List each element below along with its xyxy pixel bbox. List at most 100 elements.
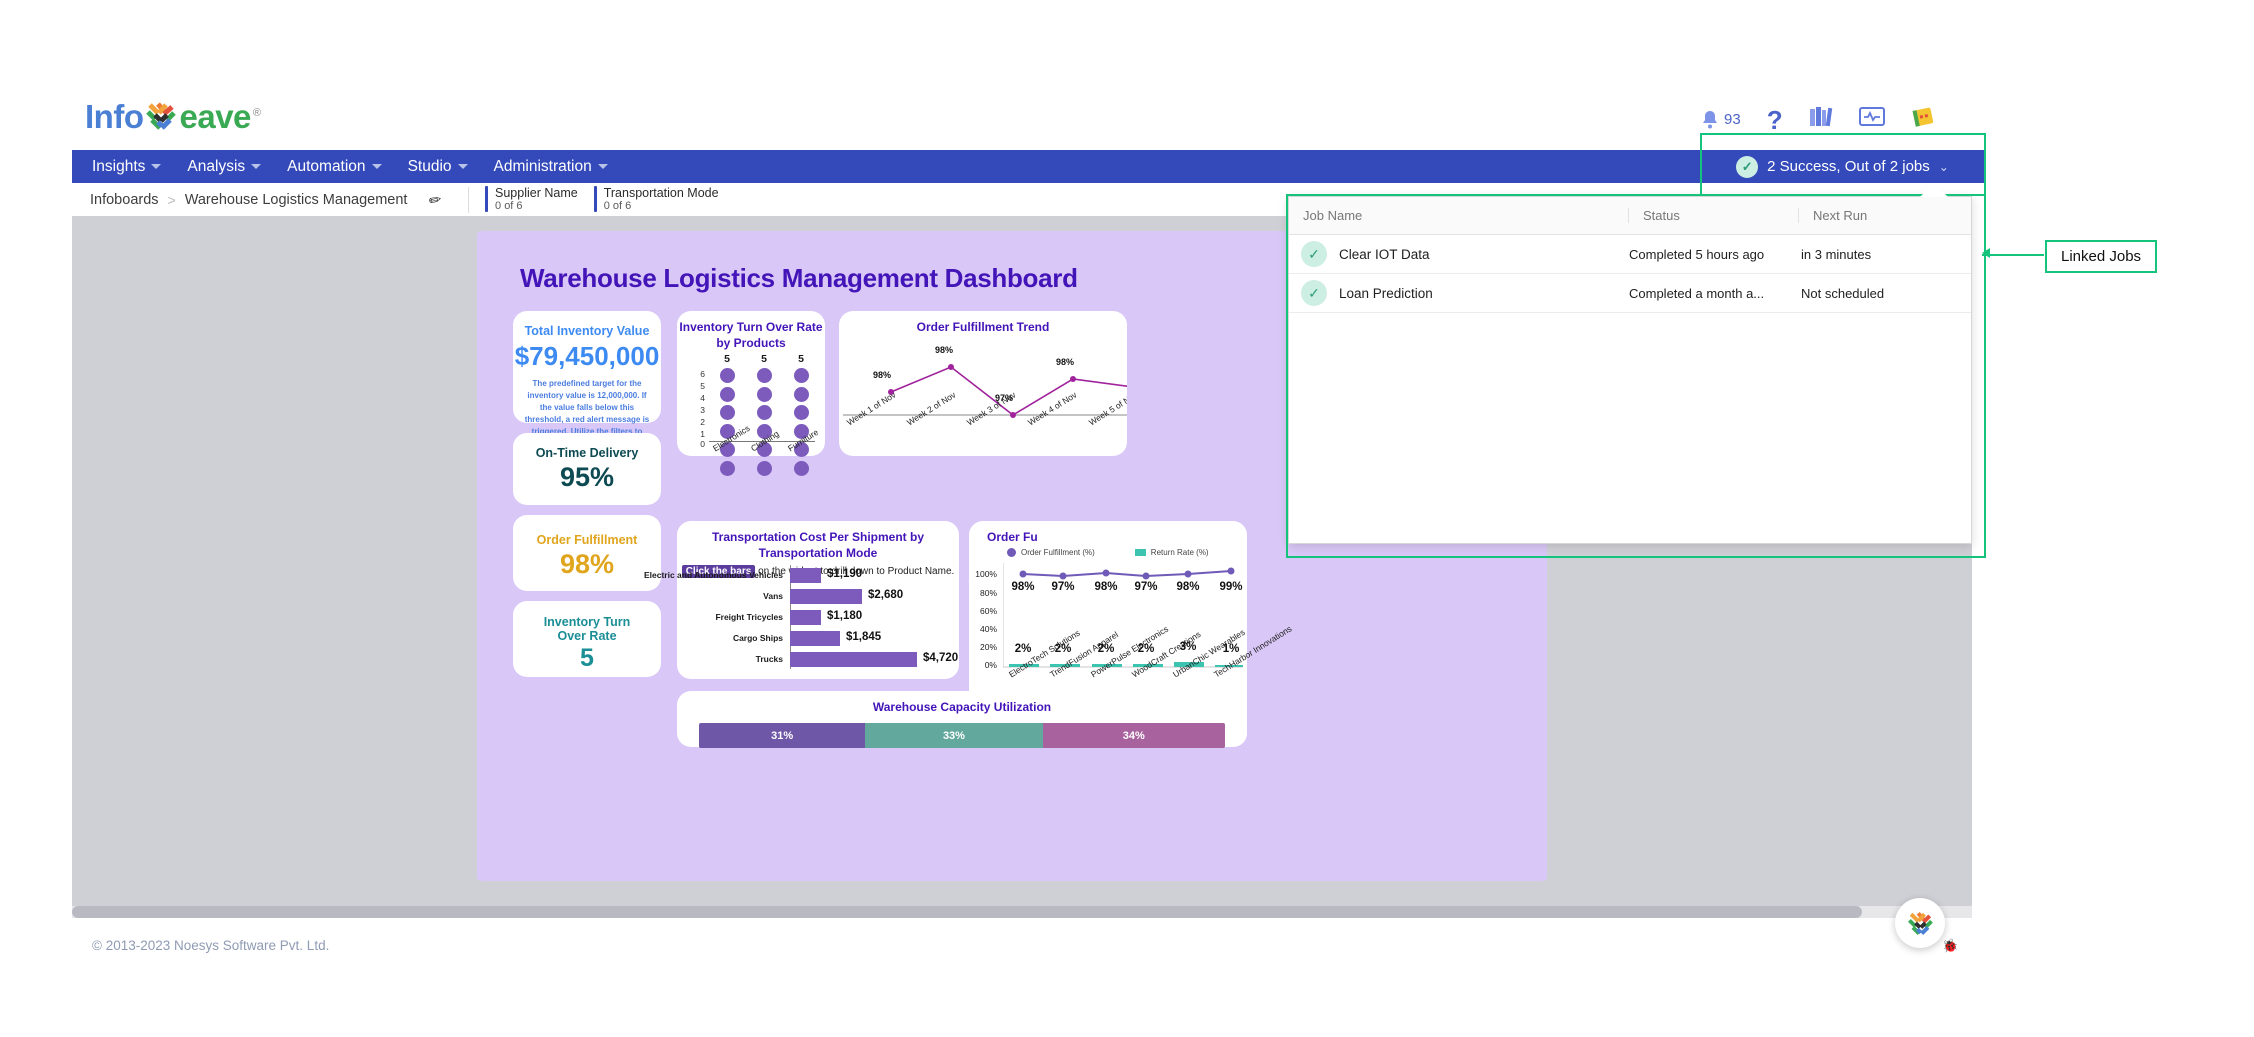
job-next-run: Not scheduled: [1801, 285, 1885, 301]
whats-new-gift-icon[interactable]: [1911, 105, 1935, 134]
dropdown-arrow-icon: [1920, 183, 1948, 197]
nav-label: Insights: [92, 157, 146, 175]
y-tick: 60%: [979, 606, 997, 616]
nav-item-automation[interactable]: Automation: [287, 157, 382, 176]
bar[interactable]: [790, 610, 821, 625]
chevron-down-icon: [371, 164, 382, 169]
widget-order-fulfillment-trend[interactable]: Order Fulfillment Trend 98% 98% 97% 98% …: [839, 311, 1127, 456]
legend-item-order-fulfillment[interactable]: Order Fulfillment (%): [1007, 548, 1095, 557]
help-question-icon[interactable]: ?: [1767, 107, 1783, 133]
capacity-segment-2[interactable]: 33%: [865, 723, 1043, 748]
data-label: 98%: [873, 370, 892, 380]
divider: [468, 186, 470, 213]
bug-icon[interactable]: 🐞: [1942, 938, 1958, 954]
kpi-value: 95%: [559, 462, 615, 492]
library-books-icon[interactable]: [1809, 106, 1833, 133]
monitor-activity-icon[interactable]: [1858, 106, 1885, 133]
bar[interactable]: [790, 631, 840, 646]
job-name: Clear IOT Data: [1339, 246, 1430, 262]
kpi-card-total-inventory-value[interactable]: Total Inventory Value $79,450,000 The pr…: [513, 311, 661, 448]
nav-label: Administration: [493, 157, 592, 175]
capacity-segment-3[interactable]: 34%: [1042, 723, 1225, 748]
legend-item-return-rate[interactable]: Return Rate (%): [1134, 548, 1209, 557]
widget-inventory-turnover-by-products[interactable]: Inventory Turn Over Rate by Products 6 5…: [677, 311, 825, 476]
notification-bell-icon[interactable]: 93: [1700, 109, 1741, 131]
dot: [793, 405, 809, 420]
bar-row[interactable]: Cargo Ships $1,845: [733, 631, 881, 646]
kpi-title: Inventory Turn Over Rate: [543, 615, 631, 643]
bar[interactable]: [790, 568, 821, 583]
chevron-down-icon: [457, 164, 468, 169]
dot: [756, 460, 772, 476]
stacked-bar: 31% 33% 34%: [699, 723, 1225, 748]
filter-count: 0 of 6: [495, 200, 523, 213]
bar[interactable]: [790, 652, 917, 667]
dot: [756, 368, 772, 383]
chevron-down-icon: [597, 164, 608, 169]
logo-text-eave: eave: [179, 98, 251, 135]
kpi-card-inventory-turnover-rate[interactable]: Inventory Turn Over Rate 5: [513, 601, 661, 677]
filter-transportation-mode[interactable]: Transportation Mode 0 of 6: [593, 185, 719, 213]
table-row[interactable]: ✓ Loan Prediction Completed a month a...…: [1289, 274, 1971, 313]
jobs-table-header: Job Name Status Next Run: [1289, 197, 1971, 235]
bar-row[interactable]: Electric and Autonomous Vehicles $1,190: [644, 568, 940, 583]
y-tick: 3: [700, 405, 705, 415]
bar[interactable]: [790, 589, 862, 604]
main-navbar: Insights Analysis Automation Studio Admi…: [72, 150, 1972, 183]
widget-warehouse-capacity-utilization[interactable]: Warehouse Capacity Utilization 31% 33% 3…: [677, 691, 1247, 748]
widget-transportation-cost-per-shipment[interactable]: Transportation Cost Per Shipment by Tran…: [644, 521, 959, 679]
filter-count: 0 of 6: [603, 200, 632, 213]
check-circle-icon: ✓: [1301, 280, 1327, 306]
chevron-down-icon: ⌄: [1938, 159, 1949, 174]
line-chart: 98% 98% 97% 98% Week 1 of Nov Week 2 of …: [843, 337, 1127, 456]
dot-chart: 6 5 4 3 2 1 0 5 5 5 Electronics Clothing…: [695, 351, 820, 476]
y-tick: 0: [700, 439, 705, 449]
job-name: Loan Prediction: [1339, 285, 1433, 301]
filter-supplier-name[interactable]: Supplier Name 0 of 6: [485, 186, 578, 213]
bar-category-label: Electric and Autonomous Vehicles: [643, 570, 783, 580]
legend-swatch: [1007, 548, 1016, 557]
scrollbar-thumb[interactable]: [72, 906, 1862, 918]
bar-value-label: $1,190: [827, 568, 863, 580]
annotation-leader-line: [1982, 254, 2044, 256]
dot: [719, 405, 735, 420]
bar-row[interactable]: Vans $2,680: [763, 589, 903, 604]
kpi-card-on-time-delivery[interactable]: On-Time Delivery 95%: [513, 433, 661, 505]
nav-item-administration[interactable]: Administration: [494, 158, 608, 176]
bar-row[interactable]: Freight Tricycles $1,180: [715, 610, 862, 625]
pencil-icon[interactable]: ✏: [428, 189, 444, 209]
dot: [719, 368, 735, 383]
bar-row[interactable]: Trucks $4,720: [756, 652, 958, 667]
kpi-card-order-fulfillment[interactable]: Order Fulfillment 98%: [513, 515, 661, 591]
kpi-title: On-Time Delivery: [535, 446, 639, 460]
chevron-down-icon: [251, 164, 262, 169]
page-title: Warehouse Logistics Management Dashboard: [520, 263, 1078, 293]
widget-title: Order Fulfillment Trend: [916, 320, 1050, 334]
breadcrumb-separator: >: [167, 191, 176, 208]
filter-label: Transportation Mode: [603, 185, 719, 200]
nav-label: Automation: [287, 157, 366, 175]
breadcrumb-current: Warehouse Logistics Management: [184, 191, 408, 208]
nav-item-analysis[interactable]: Analysis: [187, 158, 262, 176]
nav-item-studio[interactable]: Studio: [408, 158, 468, 176]
logo-text-info: Info: [85, 98, 144, 135]
widget-title: Transportation Cost Per Shipment by Tran…: [711, 530, 925, 560]
linked-jobs-status-button[interactable]: ✓ 2 Success, Out of 2 jobs ⌄: [1700, 150, 1985, 183]
check-circle-icon: ✓: [1736, 155, 1759, 178]
annotation-arrowhead-icon: [1982, 248, 1990, 258]
data-label: 5: [761, 353, 767, 365]
breadcrumb-root[interactable]: Infoboards: [90, 192, 159, 208]
jobs-status-label: 2 Success, Out of 2 jobs: [1767, 158, 1930, 175]
capacity-segment-1[interactable]: 31%: [699, 723, 866, 748]
nav-label: Studio: [407, 157, 452, 175]
app-logo[interactable]: Info eave ®: [85, 100, 261, 133]
data-label: 5: [798, 353, 804, 365]
nav-item-insights[interactable]: Insights: [92, 157, 162, 176]
infoveave-assistant-button[interactable]: [1895, 898, 1945, 948]
y-tick: 5: [700, 381, 705, 391]
kpi-value: $79,450,000: [514, 341, 660, 371]
horizontal-scrollbar[interactable]: [72, 906, 1972, 918]
widget-title: Warehouse Capacity Utilization: [872, 700, 1052, 714]
dot: [793, 460, 809, 476]
table-row[interactable]: ✓ Clear IOT Data Completed 5 hours ago i…: [1289, 235, 1971, 274]
